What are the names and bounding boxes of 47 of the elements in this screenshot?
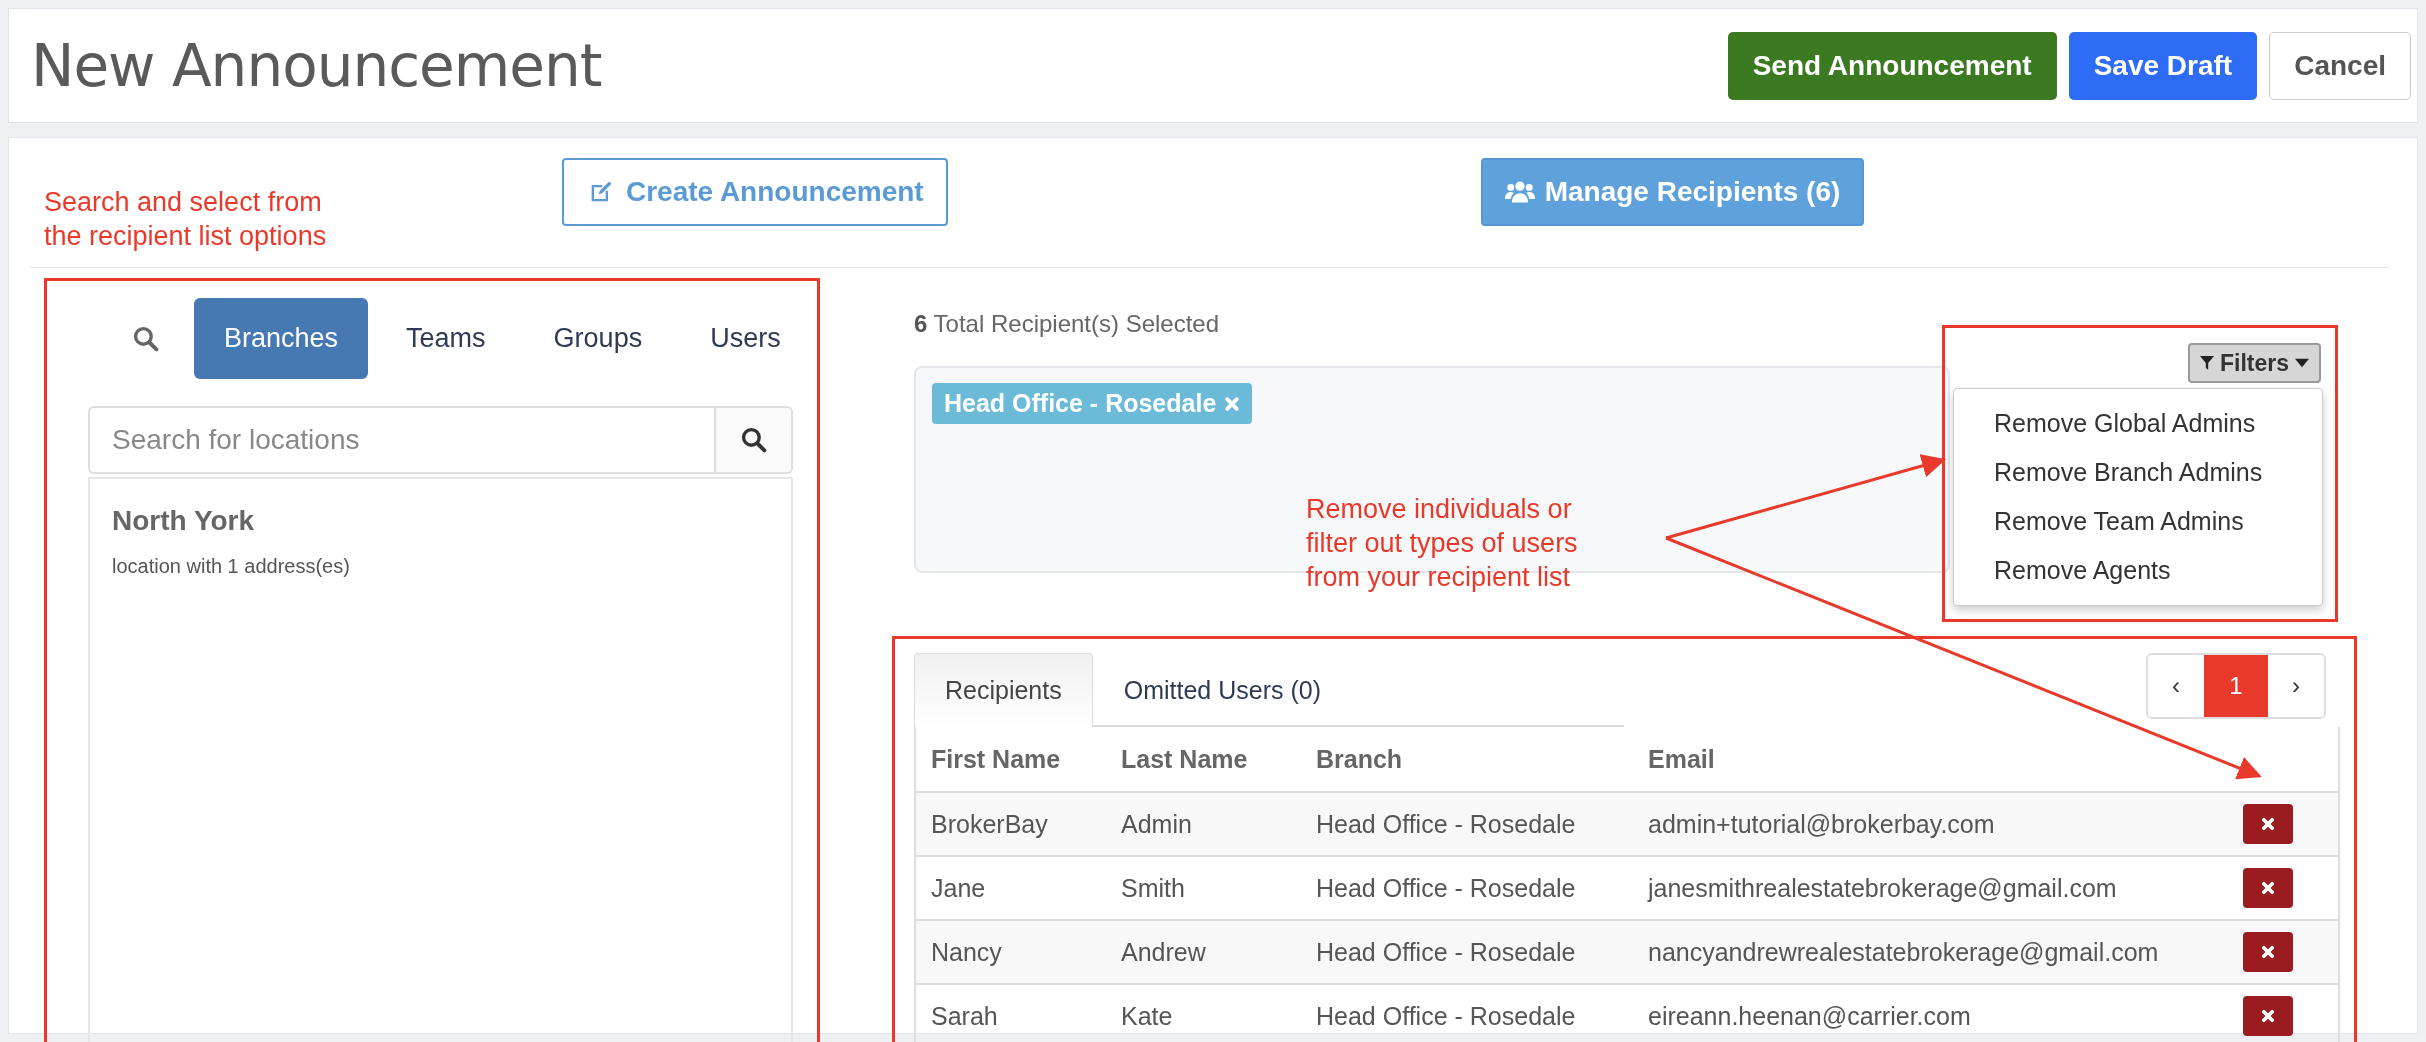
- category-tab[interactable]: Groups: [523, 298, 673, 379]
- remove-button[interactable]: [2243, 996, 2293, 1036]
- search-icon[interactable]: [133, 325, 159, 352]
- location-name[interactable]: North York: [112, 505, 769, 537]
- header-button[interactable]: Save Draft: [2068, 31, 2258, 100]
- funnel-icon: [2199, 356, 2214, 370]
- location-detail: location with 1 address(es): [112, 555, 351, 578]
- header-button[interactable]: Send Announcement: [1727, 31, 2057, 100]
- caret-icon: [2295, 356, 2309, 370]
- page-title: New Announcement: [31, 31, 602, 100]
- header-button[interactable]: Cancel: [2269, 31, 2411, 100]
- close-icon: [2261, 817, 2275, 831]
- category-tab[interactable]: Branches: [194, 298, 369, 379]
- table-cell: Nancy: [915, 920, 1106, 984]
- recipient-count: 6 Total Recipient(s) Selected: [914, 310, 1220, 339]
- menu-item[interactable]: Remove Global Admins: [1954, 399, 2322, 448]
- menu-item[interactable]: Remove Branch Admins: [1954, 448, 2322, 497]
- annotation-text: Search and select from the recipient list options: [44, 186, 328, 253]
- remove-button[interactable]: [2243, 804, 2293, 844]
- table-cell: BrokerBay: [915, 792, 1106, 856]
- table-cell: Head Office - Rosedale: [1301, 792, 1633, 856]
- filters-button[interactable]: Filters: [2187, 343, 2321, 383]
- category-tab[interactable]: Teams: [376, 298, 516, 379]
- table-cell: eireann.heenan@carrier.com: [1633, 984, 2228, 1042]
- table-cell: Kate: [1106, 984, 1301, 1042]
- menu-item[interactable]: Remove Team Admins: [1954, 497, 2322, 546]
- table-cell: Head Office - Rosedale: [1301, 920, 1633, 984]
- search-field[interactable]: Search for locations: [88, 406, 714, 474]
- list-tab[interactable]: Recipients: [914, 653, 1093, 727]
- table-cell: Andrew: [1106, 920, 1301, 984]
- table-cell: Head Office - Rosedale: [1301, 984, 1633, 1042]
- close-icon: [2261, 945, 2275, 959]
- table-cell: nancyandrewrealestatebrokerage@gmail.com: [1633, 920, 2228, 984]
- remove-button[interactable]: [2243, 868, 2293, 908]
- page-button[interactable]: 1: [2204, 655, 2268, 717]
- annotation-text: Remove individuals or filter out types of users from your recipient list: [1306, 493, 1578, 594]
- close-icon: [2261, 881, 2275, 895]
- category-tab[interactable]: Users: [680, 298, 811, 379]
- remove-button[interactable]: [2243, 932, 2293, 972]
- search-button[interactable]: [714, 406, 793, 474]
- close-icon: [2261, 1009, 2275, 1023]
- list-tab[interactable]: Omitted Users (0): [1092, 653, 1352, 727]
- table-cell: Sarah: [915, 984, 1106, 1042]
- table-cell: admin+tutorial@brokerbay.com: [1633, 792, 2228, 856]
- menu-item[interactable]: Remove Agents: [1954, 546, 2322, 595]
- table-cell: Admin: [1106, 792, 1301, 856]
- search-icon: [740, 427, 767, 453]
